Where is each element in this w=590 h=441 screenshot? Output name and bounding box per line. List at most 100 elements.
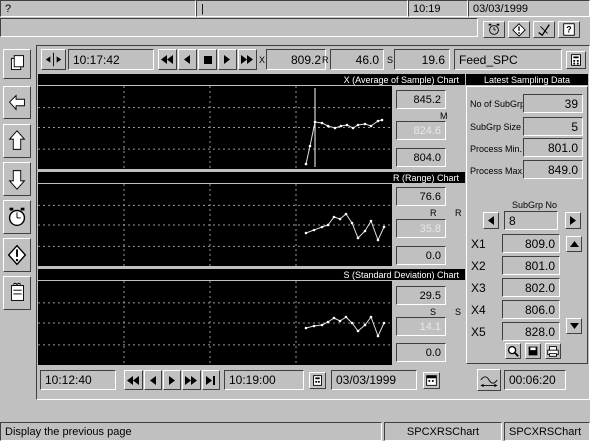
x-row-label: X3 (471, 281, 486, 295)
fast-forward-button[interactable] (238, 49, 257, 70)
page-last-button[interactable] (202, 370, 220, 390)
copy-pages-icon[interactable] (3, 49, 31, 79)
end-time: 10:19:00 (229, 373, 276, 387)
s-value-field: 19.6 (394, 49, 450, 70)
x-value-field: 809.2 (266, 49, 326, 70)
calculator-icon[interactable] (566, 51, 586, 69)
page-prev-button[interactable] (144, 370, 162, 390)
first-sample-button[interactable] (158, 49, 177, 70)
page-fast-forward-button[interactable] (182, 370, 201, 390)
calendar-icon[interactable] (423, 372, 440, 389)
s-series-point (312, 324, 316, 328)
s-ucl-field: 29.5 (396, 286, 446, 305)
x-series-point (376, 119, 380, 123)
x-row-value-field: 802.0 (502, 278, 560, 297)
help-icon[interactable]: ? (558, 21, 580, 38)
x-chart-plot[interactable] (38, 86, 392, 169)
list-scroll-down-button[interactable] (566, 318, 582, 334)
cursor-time-field: 10:17:42 (68, 49, 154, 70)
up-arrow-icon[interactable] (3, 124, 31, 158)
warning-diamond-icon[interactable] (508, 21, 530, 38)
x-row-3: X3 802.0 (470, 278, 582, 298)
s-chart-plot[interactable] (38, 281, 392, 365)
x-mid-label: M (440, 111, 448, 121)
r-series-point (312, 228, 316, 232)
s-chart-title: S (Standard Deviation) Chart (38, 269, 465, 280)
r-ucl-field: 76.6 (396, 187, 446, 206)
next-sample-button[interactable] (218, 49, 237, 70)
calculator-end-time-icon[interactable] (309, 372, 326, 389)
r-lcl: 0.0 (425, 249, 441, 262)
end-time-field[interactable]: 10:19:00 (224, 370, 304, 390)
cursor-time: 10:17:42 (73, 52, 120, 67)
tag-field: Feed_SPC (454, 49, 562, 70)
r-series-point (382, 225, 386, 229)
s-mark: S (387, 55, 394, 65)
time-span-field[interactable]: 00:06:20 (504, 370, 566, 390)
up-triangle-icon (569, 241, 579, 247)
status-message: Display the previous page (5, 425, 132, 438)
warning-nav-icon[interactable] (3, 238, 31, 272)
latest-title-text: Latest Sampling Data (483, 74, 571, 85)
s-series-point (356, 329, 360, 333)
top-mid-label: | (201, 2, 204, 15)
subgrp-next-button[interactable] (565, 212, 581, 229)
pencil-check-icon[interactable] (533, 21, 555, 38)
r-mean: 35.8 (419, 222, 441, 235)
x-row-value: 802.0 (524, 280, 555, 295)
alarm-clock-nav-icon[interactable] (3, 200, 31, 234)
x-row-value: 801.0 (524, 258, 555, 273)
stop-button[interactable] (198, 49, 217, 70)
x-series-point (380, 118, 384, 122)
s-series-point (369, 315, 373, 319)
search-data-icon[interactable] (505, 343, 521, 359)
x-row-value-field: 801.0 (502, 256, 560, 275)
printer-icon[interactable] (545, 343, 561, 359)
list-scroll-up-button[interactable] (566, 236, 582, 252)
x-row-label: X4 (471, 303, 486, 317)
x-row-value-field: 828.0 (502, 322, 560, 341)
down-arrow-icon[interactable] (3, 162, 31, 196)
time-span-icon[interactable] (477, 369, 501, 391)
r-chart-title-text: R (Range) Chart (392, 172, 459, 183)
x-series-point (363, 122, 367, 126)
r-series-point (376, 238, 380, 242)
left-triangle-icon (488, 216, 494, 225)
top-time-field: 10:19 (408, 0, 468, 17)
x-chart-title-text: X (Average of Sample) Chart (343, 74, 459, 85)
r-series-point (304, 231, 308, 235)
start-time-field[interactable]: 10:12:40 (40, 370, 116, 390)
right-triangle-icon (570, 216, 576, 225)
x-value: 809.2 (290, 52, 321, 67)
s-value: 19.6 (421, 52, 445, 67)
r-series-point (344, 212, 348, 216)
start-time: 10:12:40 (45, 373, 92, 387)
x-row-2: X2 801.0 (470, 256, 582, 276)
prev-sample-button[interactable] (178, 49, 197, 70)
r-chart-plot[interactable] (38, 184, 392, 266)
subgrp-prev-button[interactable] (483, 212, 499, 229)
alarm-clock-icon[interactable] (483, 21, 505, 38)
x-series-point (369, 124, 373, 128)
no-subgrp-label: No of SubGrp (470, 99, 526, 109)
r-series-point (363, 229, 367, 233)
notepad-icon[interactable] (3, 276, 31, 310)
page-first-button[interactable] (124, 370, 143, 390)
status-panel-1-text: SPCXRSChart (406, 425, 480, 438)
save-disk-icon[interactable] (525, 343, 541, 359)
s-mean-field: 14.1 (396, 317, 446, 336)
top-date: 03/03/1999 (473, 2, 529, 15)
s-series-point (338, 319, 342, 323)
r-chart-svg (38, 184, 392, 266)
back-arrow-icon[interactable] (3, 86, 31, 119)
cursor-toggle-icon[interactable] (41, 49, 66, 70)
s-series-point (320, 323, 324, 327)
date-field[interactable]: 03/03/1999 (331, 370, 417, 390)
no-subgrp-field: 39 (523, 94, 583, 113)
page-next-button[interactable] (163, 370, 181, 390)
subgrp-no-label: SubGrp No (512, 200, 558, 210)
x-series-point (356, 123, 360, 127)
s-chart-title-text: S (Standard Deviation) Chart (343, 269, 459, 280)
x-row-value-field: 806.0 (502, 300, 560, 319)
subgrp-no-field[interactable]: 8 (504, 211, 558, 230)
